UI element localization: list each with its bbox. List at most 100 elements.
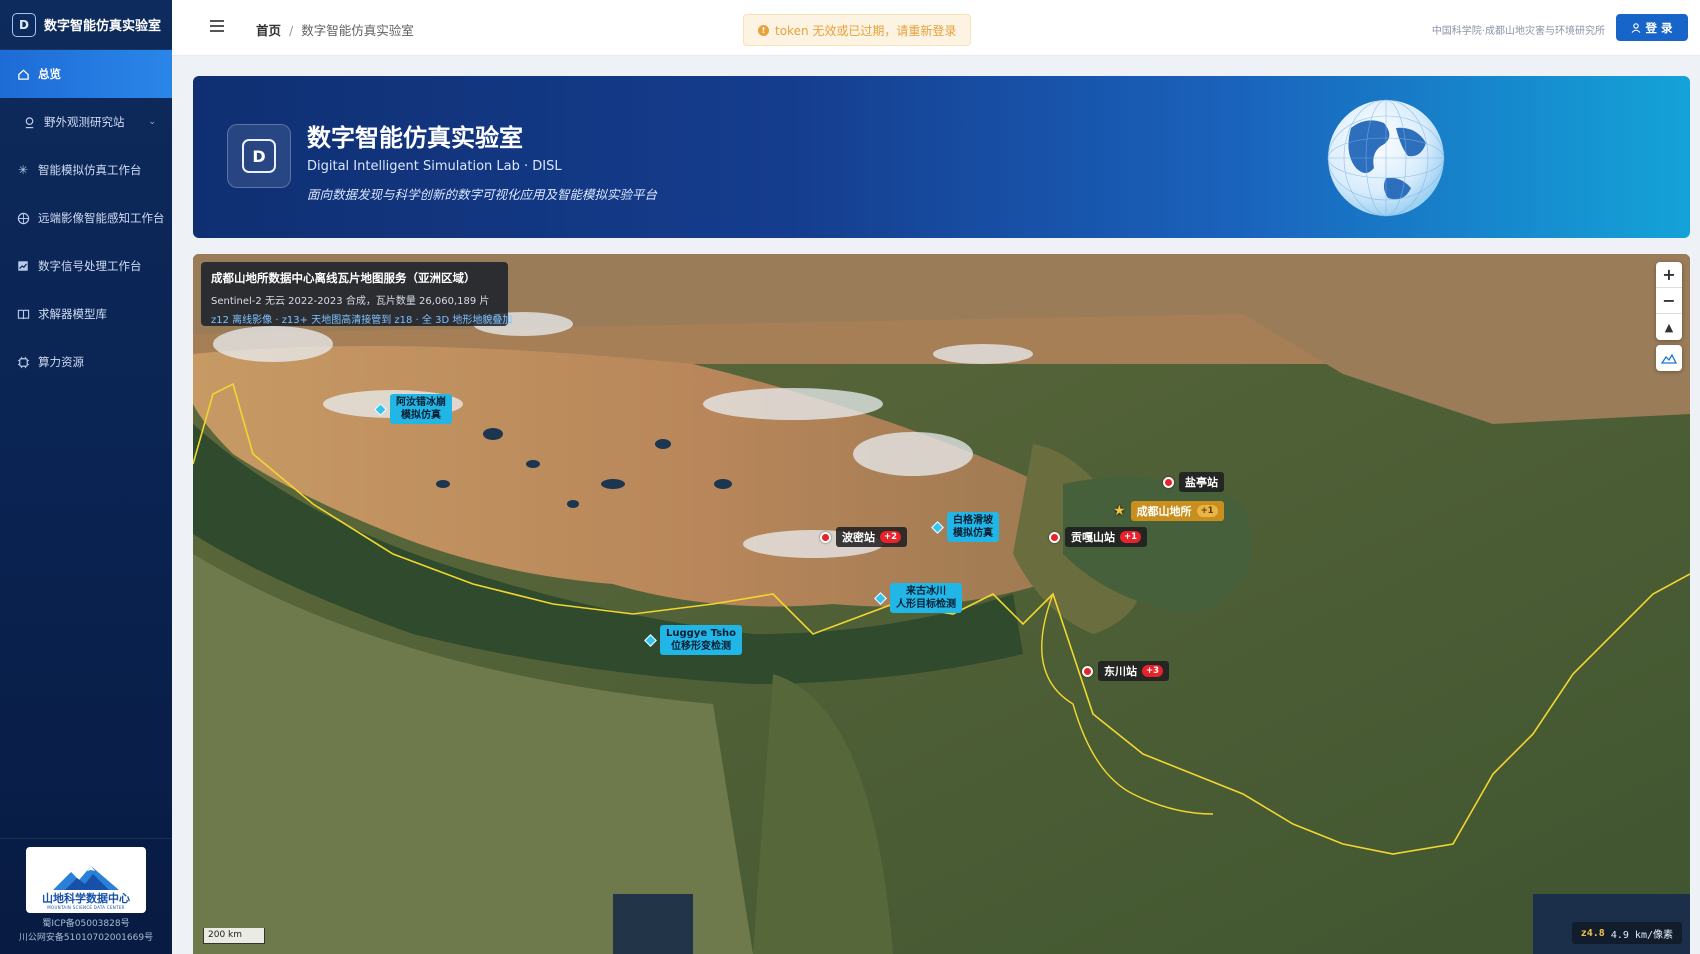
map-zoom-controls: + − ▲ [1656, 262, 1682, 340]
user-icon [1632, 22, 1641, 33]
mountain-icon [1661, 353, 1677, 364]
brand[interactable]: D 数字智能仿真实验室 [0, 0, 172, 50]
hq-label: 成都山地所 +1 [1130, 501, 1224, 521]
site-name: 白格滑坡 [953, 515, 993, 526]
map-scale-bar: 200 km [203, 928, 265, 944]
mountain-logo-icon [53, 866, 119, 890]
station-name: 东川站 [1104, 665, 1137, 678]
lab-logo: D [227, 124, 291, 188]
banner-title: 数字智能仿真实验室 [307, 124, 523, 152]
station-name: 贡嘎山站 [1071, 531, 1115, 544]
site-name: 来古冰川 [906, 586, 946, 597]
site-task: 模拟仿真 [953, 528, 993, 539]
station-marker-gongga[interactable]: 贡嘎山站 +1 [1049, 527, 1148, 547]
site-name: 阿汝错冰崩 [396, 397, 446, 408]
site-label: 来古冰川人形目标检测 [890, 583, 962, 613]
sidebar-item-simulation[interactable]: ✳ 智能模拟仿真工作台 [0, 146, 172, 194]
star-icon: ★ [1113, 503, 1126, 519]
hq-marker-chengdu[interactable]: ★ 成都山地所 +1 [1113, 501, 1224, 521]
site-marker-laigu-glacier[interactable]: 来古冰川人形目标检测 [874, 583, 962, 613]
sidebar-item-field-stations[interactable]: 野外观测研究站 ⌄ [0, 98, 172, 146]
station-dot-icon [1082, 665, 1093, 677]
breadcrumb-separator: / [289, 23, 294, 38]
police-record[interactable]: 川公网安备51010702001669号 [0, 931, 172, 945]
station-count-badge: +3 [1142, 665, 1164, 677]
icp-record[interactable]: 蜀ICP备05003828号 [0, 917, 172, 931]
terrain-layer-button[interactable] [1656, 345, 1682, 371]
sidebar-item-label: 野外观测研究站 [44, 115, 125, 129]
compass-button[interactable]: ▲ [1656, 314, 1682, 340]
station-dot-icon [1163, 476, 1174, 488]
station-dot-icon [1049, 531, 1060, 543]
station-label: 贡嘎山站 +1 [1065, 527, 1148, 547]
hq-name: 成都山地所 [1136, 505, 1192, 518]
breadcrumb-current: 数字智能仿真实验室 [301, 23, 414, 38]
sidebar-item-signal-processing[interactable]: 数字信号处理工作台 [0, 242, 172, 290]
sidebar-item-overview[interactable]: 总览 [0, 50, 172, 98]
site-diamond-icon [374, 402, 387, 416]
location-pin-icon [22, 115, 36, 129]
data-center-logo[interactable]: 山地科学数据中心 MOUNTAIN SCIENCE DATA CENTER [26, 847, 146, 913]
station-count-badge: +2 [880, 531, 902, 543]
satellite-map[interactable]: 成都山地所数据中心离线瓦片地图服务（亚洲区域） Sentinel-2 无云 20… [193, 254, 1690, 954]
top-header: 首页 / 数字智能仿真实验室 ! token 无效或已过期，请重新登录 中国科学院·… [172, 0, 1700, 56]
map-info-panel: 成都山地所数据中心离线瓦片地图服务（亚洲区域） Sentinel-2 无云 20… [201, 262, 513, 326]
site-marker-aru-glacier[interactable]: 阿汝错冰崩 模拟仿真 [374, 394, 452, 424]
station-marker-yanting[interactable]: 盐亭站 [1163, 472, 1224, 492]
sidebar-item-label: 数字信号处理工作台 [38, 259, 142, 273]
chart-icon [16, 259, 30, 273]
hero-banner: D 数字智能仿真实验室 Digital Intelligent Simulati… [193, 76, 1690, 238]
hq-count-badge: +1 [1196, 505, 1218, 517]
site-diamond-icon [874, 591, 887, 605]
site-label: 阿汝错冰崩 模拟仿真 [390, 394, 452, 424]
site-diamond-icon [644, 633, 657, 647]
sidebar-footer: 山地科学数据中心 MOUNTAIN SCIENCE DATA CENTER 蜀I… [0, 838, 172, 954]
station-name: 盐亭站 [1185, 476, 1218, 489]
site-name: Luggye Tsho [666, 628, 737, 639]
station-dot-icon [820, 531, 831, 543]
site-task: 人形目标检测 [896, 599, 956, 610]
site-diamond-icon [931, 520, 944, 534]
zoom-level: z4.8 [1580, 927, 1605, 939]
station-label: 盐亭站 [1179, 472, 1224, 492]
sidebar-item-label: 求解器模型库 [38, 307, 107, 321]
site-task: 位移形变检测 [671, 641, 732, 652]
data-center-name-en: MOUNTAIN SCIENCE DATA CENTER [47, 905, 125, 910]
login-label: 登 录 [1645, 20, 1673, 35]
brand-logo-icon: D [12, 12, 36, 37]
sidebar-item-label: 智能模拟仿真工作台 [38, 163, 142, 177]
zoom-in-button[interactable]: + [1656, 262, 1682, 288]
site-task: 模拟仿真 [401, 410, 441, 421]
toast-message: token 无效或已过期，请重新登录 [775, 23, 957, 38]
station-name: 波密站 [842, 531, 875, 544]
globe-icon [16, 211, 30, 225]
organization-name: 中国科学院·成都山地灾害与环境研究所 [1431, 26, 1605, 37]
banner-subtitle: Digital Intelligent Simulation Lab · DIS… [307, 159, 562, 174]
site-marker-luggye-tsho[interactable]: Luggye Tsho 位移形变检测 [644, 625, 743, 655]
menu-toggle-icon[interactable] [210, 20, 224, 32]
station-label: 波密站 +2 [836, 527, 908, 547]
sidebar-item-label: 算力资源 [38, 355, 84, 369]
home-icon [16, 67, 30, 81]
chevron-down-icon: ⌄ [148, 117, 156, 127]
map-info-zoom-levels: z12 离线影像 · z13+ 天地图高清接管到 z18 · 全 3D 地形地貌… [211, 315, 513, 326]
cpu-icon [16, 355, 30, 369]
sidebar-item-remote-sensing[interactable]: 远端影像智能感知工作台 [0, 194, 172, 242]
banner-description: 面向数据发现与科学创新的数字可视化应用及智能模拟实验平台 [307, 187, 658, 202]
globe-icon [1327, 99, 1445, 217]
site-label: 白格滑坡 模拟仿真 [947, 512, 999, 542]
sidebar-item-solver-library[interactable]: 求解器模型库 [0, 290, 172, 338]
site-marker-baige-landslide[interactable]: 白格滑坡 模拟仿真 [931, 512, 999, 542]
site-label: Luggye Tsho 位移形变检测 [660, 625, 743, 655]
breadcrumb: 首页 / 数字智能仿真实验室 [256, 20, 414, 39]
zoom-out-button[interactable]: − [1656, 288, 1682, 314]
token-expired-toast: ! token 无效或已过期，请重新登录 [743, 14, 972, 46]
breadcrumb-home[interactable]: 首页 [256, 23, 281, 38]
sidebar-item-compute[interactable]: 算力资源 [0, 338, 172, 386]
station-marker-bomi[interactable]: 波密站 +2 [820, 527, 908, 547]
data-center-name-cn: 山地科学数据中心 [42, 892, 130, 905]
sidebar-item-label: 远端影像智能感知工作台 [38, 211, 165, 225]
station-marker-dongchuan[interactable]: 东川站 +3 [1082, 661, 1170, 681]
login-button[interactable]: 登 录 [1616, 14, 1688, 41]
brand-title: 数字智能仿真实验室 [44, 19, 162, 34]
